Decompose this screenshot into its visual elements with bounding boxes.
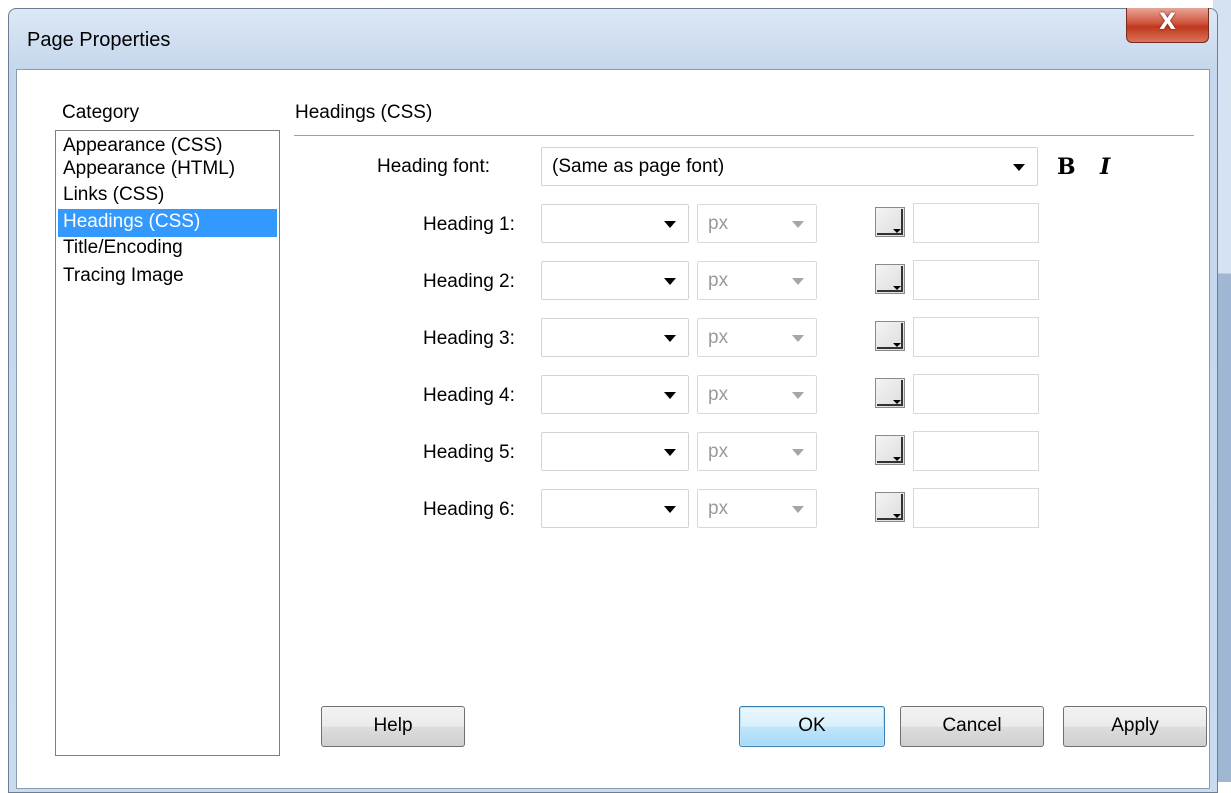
help-button[interactable]: Help	[321, 706, 465, 747]
chevron-down-icon	[792, 449, 804, 456]
heading-3-color-picker[interactable]	[875, 321, 905, 351]
bold-icon[interactable]: B	[1057, 154, 1076, 180]
heading-4-unit-select[interactable]: px	[697, 375, 817, 414]
heading-2-size-select[interactable]	[541, 261, 689, 300]
heading-3-unit-value: px	[708, 327, 729, 348]
chevron-down-icon	[664, 392, 676, 399]
heading-3-size-select[interactable]	[541, 318, 689, 357]
heading-1-label: Heading 1:	[423, 214, 515, 235]
heading-5-unit-select[interactable]: px	[697, 432, 817, 471]
dialog-body: Category Appearance (CSS) Appearance (HT…	[16, 69, 1210, 789]
heading-6-color-picker[interactable]	[875, 492, 905, 522]
heading-6-unit-value: px	[708, 498, 729, 519]
heading-2-color-picker[interactable]	[875, 264, 905, 294]
heading-3-unit-select[interactable]: px	[697, 318, 817, 357]
heading-font-label: Heading font:	[377, 156, 491, 177]
close-button[interactable]: X	[1126, 8, 1209, 43]
chevron-down-icon	[792, 506, 804, 513]
category-item-headings-css[interactable]: Headings (CSS)	[58, 209, 277, 237]
heading-6-label: Heading 6:	[423, 499, 515, 520]
heading-3-label: Heading 3:	[423, 328, 515, 349]
title-bar[interactable]: Page Properties X	[9, 8, 1217, 67]
chevron-down-icon	[792, 335, 804, 342]
heading-font-select[interactable]: (Same as page font)	[541, 147, 1038, 186]
category-item-tracing-image[interactable]: Tracing Image	[58, 263, 277, 291]
chevron-down-icon	[792, 221, 804, 228]
chevron-down-icon	[1013, 164, 1025, 171]
heading-4-size-select[interactable]	[541, 375, 689, 414]
heading-2-label: Heading 2:	[423, 271, 515, 292]
heading-1-color-picker[interactable]	[875, 207, 905, 237]
heading-6-size-select[interactable]	[541, 489, 689, 528]
category-item-appearance-html[interactable]: Appearance (HTML)	[58, 156, 277, 184]
heading-4-unit-value: px	[708, 384, 729, 405]
dialog-title: Page Properties	[27, 29, 171, 51]
heading-3-color-input[interactable]	[913, 317, 1039, 357]
heading-5-size-select[interactable]	[541, 432, 689, 471]
heading-1-color-input[interactable]	[913, 203, 1039, 243]
category-item-links-css[interactable]: Links (CSS)	[58, 182, 277, 210]
heading-1-size-select[interactable]	[541, 204, 689, 243]
heading-4-label: Heading 4:	[423, 385, 515, 406]
heading-5-color-input[interactable]	[913, 431, 1039, 471]
category-list[interactable]: Appearance (CSS) Appearance (HTML) Links…	[55, 130, 280, 756]
section-divider	[294, 135, 1194, 136]
chevron-down-icon	[792, 392, 804, 399]
heading-4-color-input[interactable]	[913, 374, 1039, 414]
heading-5-color-picker[interactable]	[875, 435, 905, 465]
heading-2-unit-select[interactable]: px	[697, 261, 817, 300]
apply-button[interactable]: Apply	[1063, 706, 1207, 747]
chevron-down-icon	[664, 278, 676, 285]
chevron-down-icon	[792, 278, 804, 285]
heading-2-color-input[interactable]	[913, 260, 1039, 300]
heading-1-unit-value: px	[708, 213, 729, 234]
page-properties-dialog: Page Properties X Category Appearance (C…	[8, 8, 1218, 793]
heading-2-unit-value: px	[708, 270, 729, 291]
chevron-down-icon	[664, 449, 676, 456]
close-icon: X	[1159, 10, 1176, 35]
chevron-down-icon	[664, 335, 676, 342]
cancel-button[interactable]: Cancel	[900, 706, 1044, 747]
heading-6-unit-select[interactable]: px	[697, 489, 817, 528]
heading-1-unit-select[interactable]: px	[697, 204, 817, 243]
category-item-title-encoding[interactable]: Title/Encoding	[58, 235, 277, 263]
ok-button[interactable]: OK	[739, 706, 885, 747]
chevron-down-icon	[664, 506, 676, 513]
heading-5-label: Heading 5:	[423, 442, 515, 463]
section-title: Headings (CSS)	[295, 102, 433, 123]
heading-font-value: (Same as page font)	[552, 156, 725, 177]
chevron-down-icon	[664, 221, 676, 228]
heading-6-color-input[interactable]	[913, 488, 1039, 528]
heading-4-color-picker[interactable]	[875, 378, 905, 408]
italic-icon[interactable]: I	[1100, 154, 1110, 180]
category-label: Category	[62, 102, 140, 123]
heading-5-unit-value: px	[708, 441, 729, 462]
